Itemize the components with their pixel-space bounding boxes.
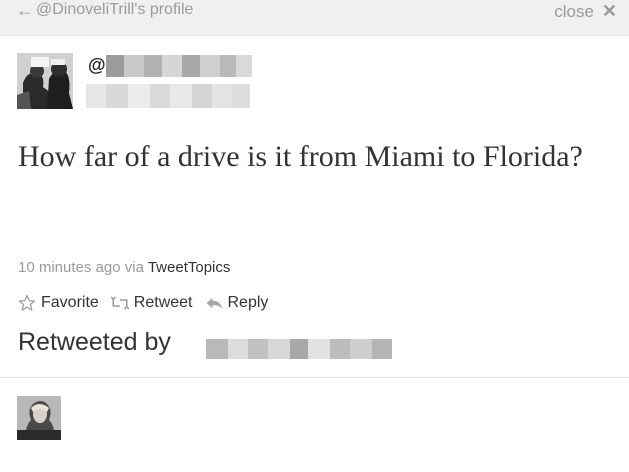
divider (0, 377, 629, 378)
retweeter-avatar[interactable] (17, 396, 61, 440)
tweet-timestamp[interactable]: 10 minutes ago (18, 259, 121, 276)
retweet-icon (110, 296, 129, 310)
back-link-label: @DinoveliTrill's profile (36, 1, 194, 18)
back-to-profile-link[interactable]: ← @DinoveliTrill's profile (16, 1, 193, 19)
retweeter-avatar-image (17, 396, 61, 440)
retweet-label: Retweet (133, 294, 193, 311)
via-app-link[interactable]: TweetTopics (148, 259, 231, 276)
via-label: via (124, 259, 144, 276)
x-icon: ✕ (601, 1, 617, 21)
tweet-meta: 10 minutes ago via TweetTopics (18, 259, 230, 276)
tweet-text: How far of a drive is it from Miami to F… (18, 140, 583, 173)
author-avatar-image (17, 53, 73, 109)
tweet-actions: Favorite Retweet Reply (18, 294, 280, 312)
favorite-button[interactable]: Favorite (18, 294, 99, 312)
redacted-author-handle (106, 55, 252, 77)
favorite-label: Favorite (41, 294, 99, 311)
reply-label: Reply (227, 294, 269, 311)
star-icon (18, 294, 36, 312)
left-arrow-icon: ← (16, 0, 34, 20)
author-avatar[interactable] (17, 53, 73, 109)
retweet-button[interactable]: Retweet (110, 294, 193, 312)
reply-button[interactable]: Reply (205, 294, 269, 312)
author-handle-prefix: @ (88, 55, 106, 75)
reply-icon (205, 296, 223, 310)
top-bar: ← @DinoveliTrill's profile close ✕ (0, 0, 629, 36)
redacted-author-name (86, 84, 250, 108)
retweeted-by-label: Retweeted by (18, 328, 171, 356)
redacted-retweeter-names (206, 339, 392, 359)
close-label: close (554, 1, 594, 21)
close-button[interactable]: close ✕ (554, 1, 617, 22)
